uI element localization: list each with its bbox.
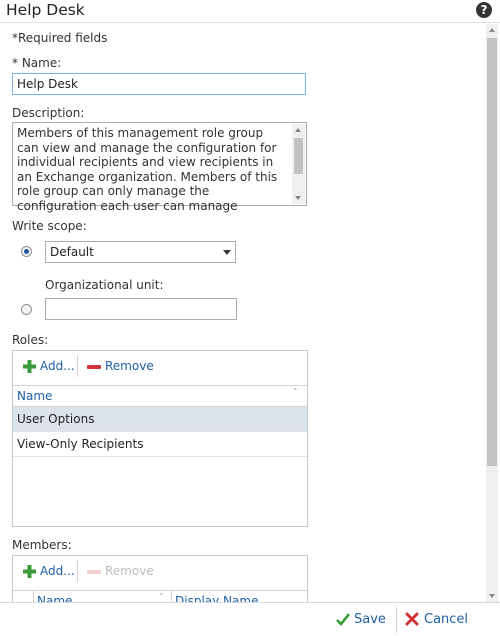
name-label: * Name:	[12, 56, 62, 70]
add-icon	[23, 360, 36, 373]
members-add-label: Add...	[40, 564, 75, 578]
save-label: Save	[354, 612, 386, 627]
name-input[interactable]: Help Desk	[12, 73, 306, 95]
write-scope-default-radio[interactable]	[21, 246, 32, 257]
description-label: Description:	[12, 106, 85, 120]
dialog-title: Help Desk	[6, 1, 85, 19]
dropdown-caret-icon	[223, 250, 231, 255]
cancel-x-icon	[405, 612, 419, 626]
scroll-up-icon[interactable]	[295, 128, 301, 132]
org-unit-input[interactable]	[45, 298, 237, 320]
org-unit-radio[interactable]	[21, 304, 32, 315]
footer-divider	[0, 602, 500, 603]
scroll-thumb[interactable]	[487, 38, 497, 466]
members-remove-label: Remove	[105, 564, 154, 578]
column-divider	[171, 591, 172, 602]
footer-separator	[396, 607, 397, 633]
roles-label: Roles:	[12, 333, 49, 347]
scroll-down-icon[interactable]	[295, 196, 301, 200]
description-scrollbar[interactable]	[292, 124, 305, 204]
save-button[interactable]: Save	[336, 611, 388, 631]
toolbar-separator	[77, 560, 78, 582]
table-row[interactable]: User Options	[13, 407, 307, 431]
members-panel: Add... Remove Name ˄ Display Name	[12, 555, 308, 602]
column-divider	[33, 591, 34, 602]
roles-add-label: Add...	[40, 359, 75, 373]
description-textarea[interactable]: Members of this management role group ca…	[12, 122, 307, 213]
roles-panel: Add... Remove Name ˄ User Options View-O…	[12, 350, 308, 527]
scroll-up-icon[interactable]	[488, 28, 495, 32]
cancel-label: Cancel	[424, 612, 469, 627]
remove-icon	[87, 365, 101, 369]
toolbar-divider	[13, 590, 307, 591]
roles-column-header[interactable]: Name ˄	[13, 386, 307, 406]
row-divider	[13, 456, 307, 457]
required-fields-note: *Required fields	[12, 31, 108, 45]
role-name: View-Only Recipients	[17, 437, 144, 451]
roles-name-column: Name	[17, 389, 53, 403]
role-name: User Options	[17, 412, 95, 426]
page-scrollbar[interactable]	[486, 24, 498, 602]
members-name-column[interactable]: Name	[37, 594, 72, 602]
write-scope-selected: Default	[50, 245, 94, 259]
members-display-name-column[interactable]: Display Name	[175, 594, 258, 602]
write-scope-label: Write scope:	[12, 219, 87, 233]
write-scope-select[interactable]: Default	[45, 241, 236, 263]
remove-icon	[87, 570, 101, 574]
sort-asc-icon: ˄	[293, 388, 298, 398]
description-text: Members of this management role group ca…	[17, 126, 278, 213]
sort-asc-icon: ˄	[159, 593, 164, 602]
add-icon	[23, 565, 36, 578]
header-divider	[0, 22, 500, 23]
toolbar-separator	[77, 355, 78, 377]
scroll-thumb[interactable]	[294, 138, 303, 174]
scroll-down-icon[interactable]	[488, 594, 495, 598]
cancel-button[interactable]: Cancel	[405, 611, 471, 631]
table-row[interactable]: View-Only Recipients	[13, 432, 307, 456]
members-label: Members:	[12, 538, 72, 552]
help-icon[interactable]: ?	[476, 2, 492, 18]
roles-remove-label: Remove	[105, 359, 154, 373]
org-unit-label: Organizational unit:	[45, 278, 164, 292]
checkmark-icon	[336, 613, 350, 626]
